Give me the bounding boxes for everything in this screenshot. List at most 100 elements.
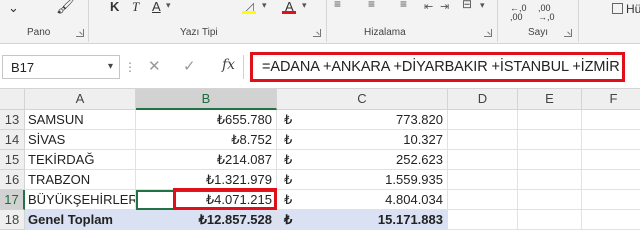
cell-d13[interactable] bbox=[448, 110, 518, 130]
increase-decimal-icon[interactable]: ←,0 ,00 bbox=[510, 4, 527, 22]
italic-button[interactable]: T bbox=[132, 0, 139, 13]
number-launcher-icon[interactable] bbox=[564, 29, 572, 37]
paste-dropdown-arrow-icon[interactable]: ⌄ bbox=[8, 1, 19, 14]
cell-a14[interactable]: SİVAS bbox=[25, 130, 136, 150]
format-painter-icon[interactable]: 🖌 bbox=[56, 0, 75, 14]
cancel-icon[interactable]: ✕ bbox=[148, 57, 161, 75]
cell-e16[interactable] bbox=[518, 170, 582, 190]
cell-b14[interactable]: ₺8.752 bbox=[136, 130, 277, 150]
group-divider bbox=[578, 0, 579, 42]
align-center-icon[interactable]: ≡ bbox=[368, 0, 375, 11]
group-label-clipboard: Pano bbox=[27, 27, 51, 38]
ribbon: ⌄ 🖌 Pano K T A ▾ ◿ ▾ A ▾ Yazı Tipi ≡ ≡ ≡… bbox=[0, 0, 640, 44]
row-header-13[interactable]: 13 bbox=[0, 110, 25, 130]
font-launcher-icon[interactable] bbox=[313, 29, 321, 37]
cell-f16[interactable] bbox=[582, 170, 640, 190]
merge-center-icon[interactable]: ⊟ bbox=[462, 0, 472, 11]
group-label-alignment: Hizalama bbox=[364, 27, 406, 38]
row-header-18[interactable]: 18 bbox=[0, 210, 25, 230]
column-header-b[interactable]: B bbox=[136, 89, 277, 110]
row-header-14[interactable]: 14 bbox=[0, 130, 25, 150]
column-header-e[interactable]: E bbox=[518, 89, 582, 110]
group-label-font: Yazı Tipi bbox=[180, 27, 218, 38]
group-divider bbox=[497, 0, 498, 42]
cell-c18[interactable]: 15.171.883 bbox=[277, 210, 448, 230]
cell-c17[interactable]: 4.804.034 bbox=[277, 190, 448, 210]
column-header-d[interactable]: D bbox=[448, 89, 518, 110]
cell-a13[interactable]: SAMSUN bbox=[25, 110, 136, 130]
formula-text: =ADANA +ANKARA +DİYARBAKIR +İSTANBUL +İZ… bbox=[262, 59, 620, 75]
group-divider bbox=[88, 0, 89, 42]
cell-a17[interactable]: BÜYÜKŞEHİRLER bbox=[25, 190, 136, 210]
align-right-icon[interactable]: ≡ bbox=[400, 0, 407, 11]
name-box[interactable]: B17 ▾ bbox=[2, 55, 120, 79]
cell-c15[interactable]: 252.623 bbox=[277, 150, 448, 170]
clipboard-launcher-icon[interactable] bbox=[76, 29, 84, 37]
font-color-bar bbox=[282, 11, 296, 14]
align-left-icon[interactable]: ≡ bbox=[334, 0, 341, 11]
increase-indent-icon[interactable]: ⇥ bbox=[440, 1, 449, 14]
cell-e15[interactable] bbox=[518, 150, 582, 170]
spreadsheet-grid: A B C D E F 13 SAMSUN ₺655.780 773.820 ₺… bbox=[0, 89, 640, 235]
underline-dropdown-icon[interactable]: ▾ bbox=[166, 0, 171, 11]
cell-b18[interactable]: ₺12.857.528 bbox=[136, 210, 277, 230]
name-box-value: B17 bbox=[11, 60, 35, 75]
column-header-a[interactable]: A bbox=[25, 89, 136, 110]
currency-symbol: ₺ bbox=[284, 172, 293, 187]
row-header-15[interactable]: 15 bbox=[0, 150, 25, 170]
cell-a15[interactable]: TEKİRDAĞ bbox=[25, 150, 136, 170]
cell-b15[interactable]: ₺214.087 bbox=[136, 150, 277, 170]
table-icon bbox=[612, 3, 623, 14]
formula-bar: B17 ▾ ⋮ ✕ ✓ fx =ADANA +ANKARA +DİYARBAKI… bbox=[0, 45, 640, 89]
cell-a18[interactable]: Genel Toplam bbox=[25, 210, 136, 230]
row-header-16[interactable]: 16 bbox=[0, 170, 25, 190]
cell-f17[interactable] bbox=[582, 190, 640, 210]
formula-bar-grip-icon[interactable]: ⋮ bbox=[124, 60, 136, 74]
decrease-indent-icon[interactable]: ⇤ bbox=[424, 1, 433, 14]
cell-e18[interactable] bbox=[518, 210, 582, 230]
column-header-f[interactable]: F bbox=[582, 89, 640, 110]
name-box-dropdown-icon[interactable]: ▾ bbox=[108, 61, 113, 72]
formula-bar-divider bbox=[243, 55, 244, 79]
cell-d18[interactable] bbox=[448, 210, 518, 230]
bold-button[interactable]: K bbox=[110, 0, 119, 13]
highlight-color-bar bbox=[242, 11, 256, 14]
cell-e17[interactable] bbox=[518, 190, 582, 210]
cell-e14[interactable] bbox=[518, 130, 582, 150]
cell-styles-button[interactable]: Hü bbox=[612, 2, 640, 18]
alignment-launcher-icon[interactable] bbox=[484, 29, 492, 37]
cell-c16[interactable]: 1.559.935 bbox=[277, 170, 448, 190]
decrease-decimal-icon[interactable]: ,00 →,0 bbox=[538, 4, 555, 22]
currency-symbol: ₺ bbox=[284, 212, 293, 227]
cell-c13[interactable]: 773.820 bbox=[277, 110, 448, 130]
group-divider bbox=[326, 0, 327, 42]
group-label-number: Sayı bbox=[528, 27, 549, 38]
cell-f18[interactable] bbox=[582, 210, 640, 230]
cell-d14[interactable] bbox=[448, 130, 518, 150]
cell-d17[interactable] bbox=[448, 190, 518, 210]
column-header-c[interactable]: C bbox=[277, 89, 448, 110]
cell-a16[interactable]: TRABZON bbox=[25, 170, 136, 190]
cell-e13[interactable] bbox=[518, 110, 582, 130]
cell-d15[interactable] bbox=[448, 150, 518, 170]
row-header-17[interactable]: 17 bbox=[0, 190, 25, 210]
cell-f15[interactable] bbox=[582, 150, 640, 170]
currency-symbol: ₺ bbox=[284, 112, 293, 127]
cell-d16[interactable] bbox=[448, 170, 518, 190]
insert-function-icon[interactable]: fx bbox=[222, 57, 235, 73]
cell-c14[interactable]: 10.327 bbox=[277, 130, 448, 150]
select-all-corner[interactable] bbox=[0, 89, 25, 110]
currency-symbol: ₺ bbox=[284, 152, 293, 167]
cell-f13[interactable] bbox=[582, 110, 640, 130]
enter-icon[interactable]: ✓ bbox=[183, 57, 196, 75]
cell-b13[interactable]: ₺655.780 bbox=[136, 110, 277, 130]
highlight-dropdown-icon[interactable]: ▾ bbox=[262, 0, 267, 11]
formula-input[interactable]: =ADANA +ANKARA +DİYARBAKIR +İSTANBUL +İZ… bbox=[250, 52, 625, 82]
cell-b16[interactable]: ₺1.321.979 bbox=[136, 170, 277, 190]
merge-dropdown-icon[interactable]: ▾ bbox=[480, 0, 485, 11]
highlight-box bbox=[173, 188, 277, 210]
cell-f14[interactable] bbox=[582, 130, 640, 150]
underline-button[interactable]: A bbox=[152, 0, 161, 13]
font-color-dropdown-icon[interactable]: ▾ bbox=[302, 0, 307, 11]
cell-styles-label: Hü bbox=[626, 2, 640, 16]
